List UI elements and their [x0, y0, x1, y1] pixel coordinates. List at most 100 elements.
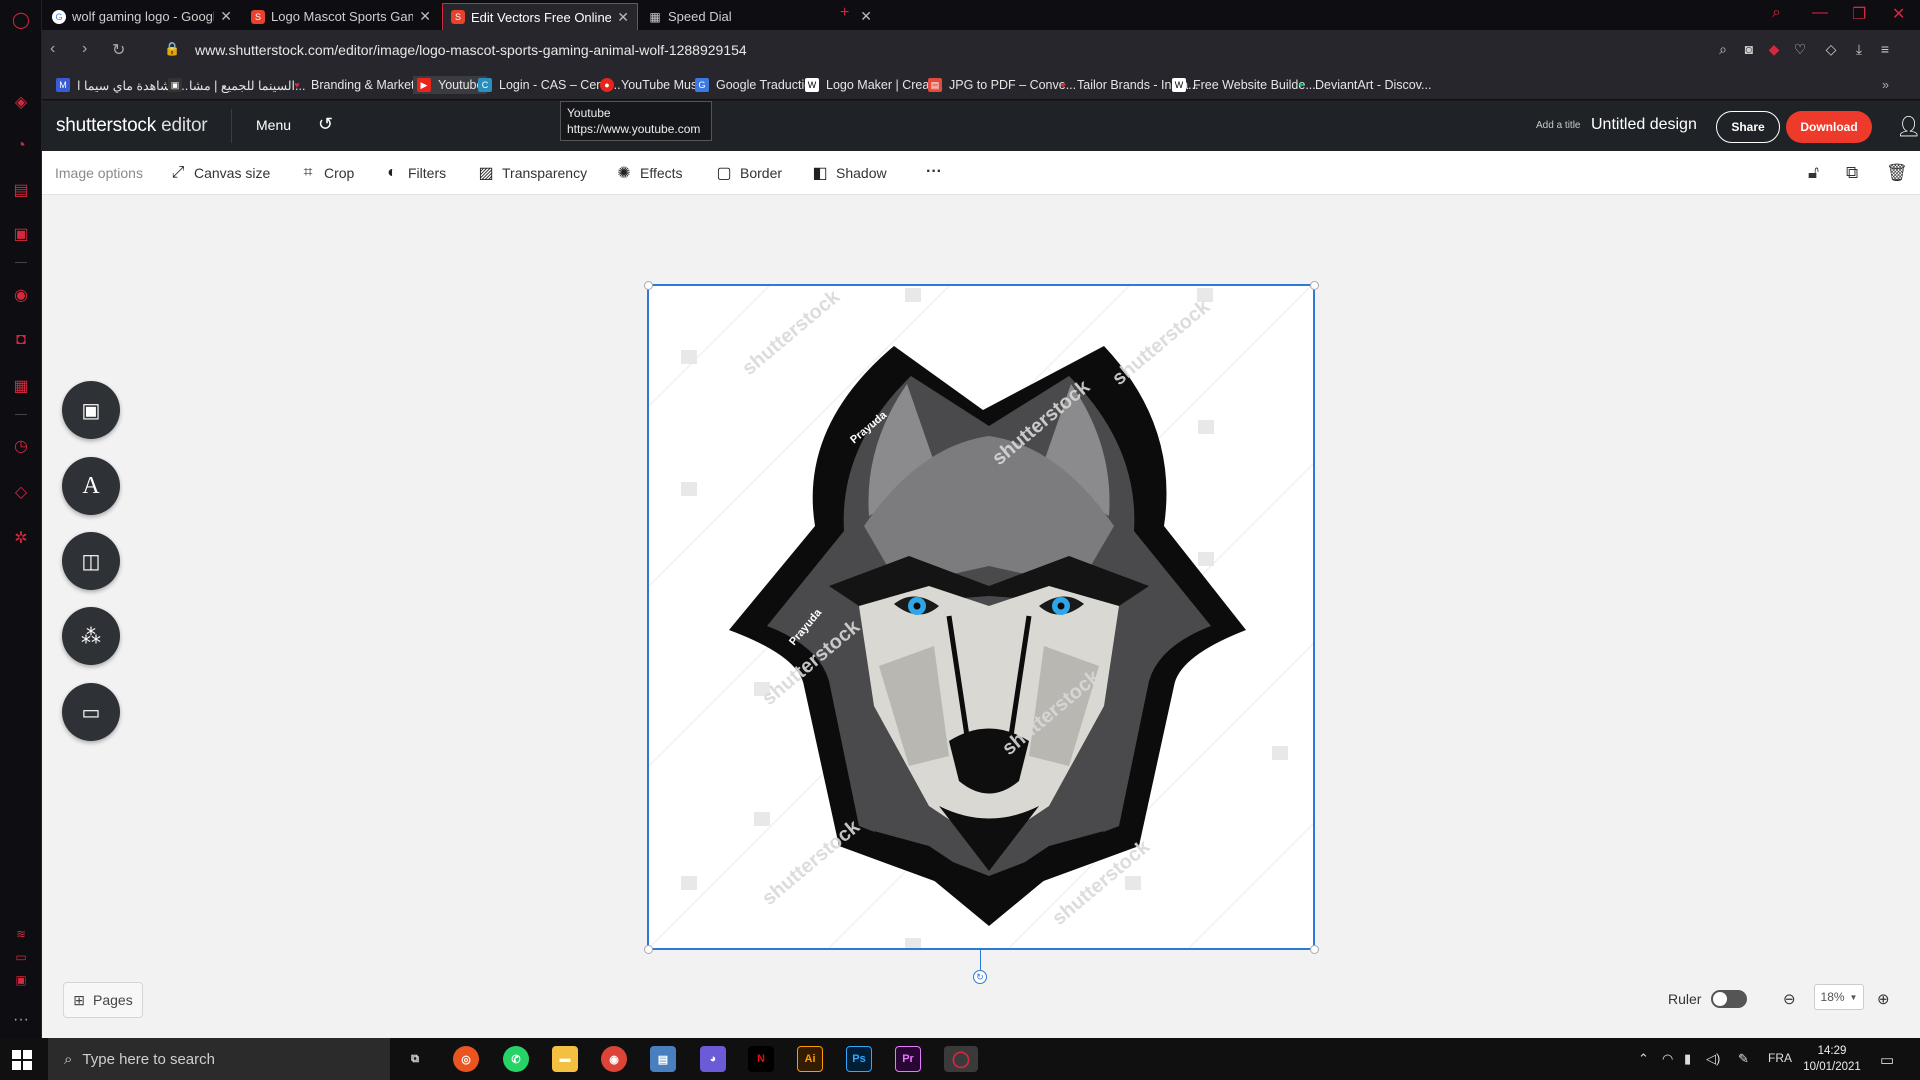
- task-view-icon[interactable]: ⧉: [402, 1046, 428, 1072]
- camera-icon[interactable]: ◙: [1740, 41, 1758, 59]
- wolf-mascot-image[interactable]: shutterstock shutterstock shutterstock s…: [648, 285, 1314, 949]
- chrome-icon[interactable]: ◉: [601, 1046, 627, 1072]
- discord-app-icon[interactable]: ◕: [700, 1046, 726, 1072]
- new-tab-icon[interactable]: +: [840, 4, 849, 22]
- ubuntu-icon[interactable]: ◎: [453, 1046, 479, 1072]
- instagram-icon[interactable]: ◘: [9, 328, 33, 352]
- zoom-out-icon[interactable]: ⊖: [1783, 990, 1796, 1008]
- resize-handle[interactable]: [644, 281, 653, 290]
- close-tab-icon[interactable]: ✕: [419, 8, 431, 25]
- user-icon[interactable]: 👤︎: [1896, 114, 1920, 139]
- share-button[interactable]: Share: [1716, 111, 1780, 143]
- netflix-icon[interactable]: N: [748, 1046, 774, 1072]
- bookmark-item-youtube[interactable]: ▶ Youtube: [413, 76, 488, 94]
- close-tab-icon[interactable]: ✕: [860, 8, 872, 25]
- discord-icon[interactable]: ▦: [9, 374, 33, 398]
- pages-button[interactable]: ⊞ Pages: [63, 982, 143, 1018]
- reload-icon[interactable]: ↻: [112, 40, 125, 60]
- wifi-icon[interactable]: ≋: [9, 922, 33, 946]
- close-tab-icon[interactable]: ✕: [617, 9, 629, 26]
- heart-icon[interactable]: ♡: [1791, 41, 1809, 59]
- zoom-select[interactable]: 18% ▼: [1814, 984, 1864, 1010]
- close-window-icon[interactable]: ✕: [1892, 4, 1905, 24]
- crop-button[interactable]: ⌗ Crop: [298, 163, 354, 183]
- network-app-icon[interactable]: ▤: [650, 1046, 676, 1072]
- speedometer-icon[interactable]: ◔: [9, 134, 33, 158]
- bookmark-item[interactable]: ● YouTube Music: [600, 76, 706, 94]
- file-explorer-icon[interactable]: ▬: [552, 1046, 578, 1072]
- bookmark-item[interactable]: ▣ السينما للجميع | مشا...: [168, 76, 305, 94]
- transparency-button[interactable]: ▨ Transparency: [476, 163, 587, 183]
- resize-handle[interactable]: [1310, 281, 1319, 290]
- tab-edit-vectors[interactable]: S Edit Vectors Free Online - I ✕: [442, 3, 638, 30]
- cube-icon[interactable]: ◇: [1822, 41, 1840, 59]
- duplicate-icon[interactable]: ⧉: [1846, 163, 1858, 183]
- image-icon[interactable]: ▣: [62, 381, 120, 439]
- taskbar-search[interactable]: ⌕ Type here to search: [48, 1038, 390, 1080]
- tab-wolf-gaming-logo[interactable]: G wolf gaming logo - Google ✕: [44, 3, 240, 30]
- illustrator-icon[interactable]: Ai: [797, 1046, 823, 1072]
- effects-button[interactable]: ✺ Effects: [614, 163, 682, 183]
- photoshop-icon[interactable]: Ps: [846, 1046, 872, 1072]
- back-icon[interactable]: ‹: [50, 40, 55, 58]
- more-options-button[interactable]: ···: [926, 163, 942, 181]
- more-icon[interactable]: ···: [9, 1008, 33, 1032]
- wifi-tray-icon[interactable]: ◠: [1662, 1051, 1673, 1067]
- elements-icon[interactable]: ⁂: [62, 607, 120, 665]
- lock-icon[interactable]: 🔓︎: [1808, 163, 1819, 183]
- volume-icon[interactable]: ◁): [1706, 1051, 1720, 1067]
- whatsapp-icon[interactable]: ✆: [503, 1046, 529, 1072]
- pen-icon[interactable]: ✎: [1738, 1051, 1749, 1067]
- history-icon[interactable]: ◷: [9, 434, 33, 458]
- menu-button[interactable]: Menu: [256, 117, 291, 133]
- language-indicator[interactable]: FRA: [1768, 1051, 1792, 1065]
- ruler-toggle[interactable]: [1711, 990, 1748, 1008]
- settings-icon[interactable]: ✲: [9, 526, 33, 550]
- template-icon[interactable]: ◫: [62, 532, 120, 590]
- premiere-icon[interactable]: Pr: [895, 1046, 921, 1072]
- adblock-icon[interactable]: ◆: [1765, 41, 1783, 59]
- ruler-control[interactable]: Ruler: [1668, 990, 1748, 1008]
- more-bookmarks-icon[interactable]: »: [1882, 76, 1889, 94]
- design-title[interactable]: Untitled design: [1591, 116, 1697, 134]
- close-tab-icon[interactable]: ✕: [220, 8, 232, 25]
- bookmark-item[interactable]: ♥ Branding & Marketi...: [290, 76, 427, 94]
- zoom-in-icon[interactable]: ⊕: [1877, 990, 1890, 1008]
- resize-handle[interactable]: [644, 945, 653, 954]
- search-tabs-icon[interactable]: ⌕: [1772, 4, 1781, 22]
- canvas-size-button[interactable]: ⤢ Canvas size: [168, 163, 271, 183]
- trash-icon[interactable]: 🗑︎: [1886, 163, 1908, 183]
- battery-icon[interactable]: ▭: [9, 945, 33, 969]
- undo-icon[interactable]: ↺: [318, 114, 333, 135]
- opera-taskbar-icon[interactable]: ◯: [944, 1046, 978, 1072]
- microphone-icon[interactable]: ▮: [1684, 1051, 1691, 1067]
- border-button[interactable]: ▢ Border: [714, 163, 782, 183]
- filters-button[interactable]: ◐ Filters: [382, 163, 446, 183]
- resize-handle[interactable]: [1310, 945, 1319, 954]
- url-field[interactable]: www.shutterstock.com/editor/image/logo-m…: [195, 42, 747, 58]
- extensions-icon[interactable]: ◇: [9, 480, 33, 504]
- bookmark-item[interactable]: W Logo Maker | Creat...: [805, 76, 943, 94]
- search-page-icon[interactable]: ⌕: [1714, 41, 1732, 59]
- twitch-icon[interactable]: ▣: [9, 222, 33, 246]
- gamepad-icon[interactable]: ◈: [9, 90, 33, 114]
- shadow-button[interactable]: ◧ Shadow: [810, 163, 886, 183]
- bookmark-item[interactable]: ✦ DeviantArt - Discov...: [1294, 76, 1431, 94]
- restore-icon[interactable]: ❐: [1852, 4, 1866, 24]
- downloads-icon[interactable]: ⤓: [1850, 41, 1868, 59]
- messenger-icon[interactable]: ◉: [9, 283, 33, 307]
- tray-up-icon[interactable]: ⌃: [1638, 1051, 1649, 1067]
- shutterstock-editor-logo[interactable]: shutterstock editor: [56, 115, 208, 137]
- text-icon[interactable]: A: [62, 457, 120, 515]
- rotate-handle-icon[interactable]: ↻: [973, 970, 987, 984]
- opera-logo-icon[interactable]: ◯: [9, 8, 33, 32]
- tab-logo-mascot[interactable]: S Logo Mascot Sports Gamin ✕: [243, 3, 439, 30]
- easy-setup-icon[interactable]: ≡: [1876, 41, 1894, 59]
- twitch-store-icon[interactable]: ▤: [9, 178, 33, 202]
- minimize-icon[interactable]: —: [1812, 4, 1828, 22]
- bookmark-item[interactable]: G Google Traduction: [695, 76, 818, 94]
- forward-icon[interactable]: ›: [82, 40, 87, 58]
- folder-icon[interactable]: ▭: [62, 683, 120, 741]
- cpu-icon[interactable]: ▣: [9, 968, 33, 992]
- artboard[interactable]: shutterstock shutterstock shutterstock s…: [647, 284, 1315, 950]
